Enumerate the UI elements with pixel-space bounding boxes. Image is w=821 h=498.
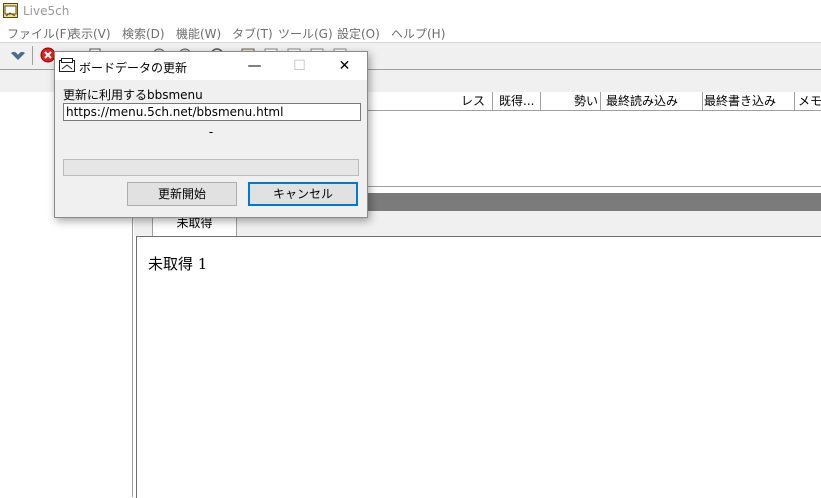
minimize-icon[interactable]: — <box>232 52 277 80</box>
menu-settings[interactable]: 設定(O) <box>337 25 380 42</box>
start-update-button[interactable]: 更新開始 <box>127 182 237 206</box>
thread-view-text: 未取得 1 <box>148 255 208 273</box>
thread-view[interactable]: 未取得 1 <box>136 236 821 498</box>
dialog-app-icon <box>59 58 75 72</box>
dialog-title: ボードデータの更新 <box>79 61 188 75</box>
column-last-post[interactable]: 最終書き込み <box>698 92 795 110</box>
bird-icon[interactable] <box>9 46 27 64</box>
menu-view[interactable]: 表示(V) <box>69 25 111 42</box>
title-bar: Live5ch <box>0 0 821 22</box>
bbsmenu-label: 更新に利用するbbsmenu <box>63 88 203 102</box>
menu-bar: ファイル(F) 表示(V) 検索(D) 機能(W) タブ(T) ツール(G) 設… <box>0 22 821 43</box>
update-board-data-dialog: ボードデータの更新 — ☐ ✕ 更新に利用するbbsmenu - 更新開始 キャ… <box>54 51 368 218</box>
menu-tools[interactable]: ツール(G) <box>278 25 333 42</box>
close-icon[interactable]: ✕ <box>322 52 367 80</box>
column-last-read[interactable]: 最終読み込み <box>600 92 703 110</box>
menu-function[interactable]: 機能(W) <box>176 25 221 42</box>
progress-bar <box>63 159 359 176</box>
column-res[interactable]: レス <box>454 92 493 110</box>
bbsmenu-url-input[interactable] <box>63 103 361 121</box>
toolbar-separator <box>32 46 33 65</box>
menu-file[interactable]: ファイル(F) <box>7 25 71 42</box>
dialog-title-bar: ボードデータの更新 — ☐ ✕ <box>55 52 367 80</box>
menu-search[interactable]: 検索(D) <box>122 25 165 42</box>
menu-tab[interactable]: タブ(T) <box>232 25 273 42</box>
status-text: - <box>208 125 214 139</box>
column-fetched[interactable]: 既得... <box>493 92 541 110</box>
app-icon <box>3 3 18 18</box>
cancel-button[interactable]: キャンセル <box>248 182 358 206</box>
menu-help[interactable]: ヘルプ(H) <box>391 25 445 42</box>
column-memo[interactable]: メモ <box>795 92 821 110</box>
maximize-icon: ☐ <box>293 58 306 74</box>
column-momentum[interactable]: 勢い <box>541 92 601 110</box>
window-title: Live5ch <box>23 4 70 18</box>
